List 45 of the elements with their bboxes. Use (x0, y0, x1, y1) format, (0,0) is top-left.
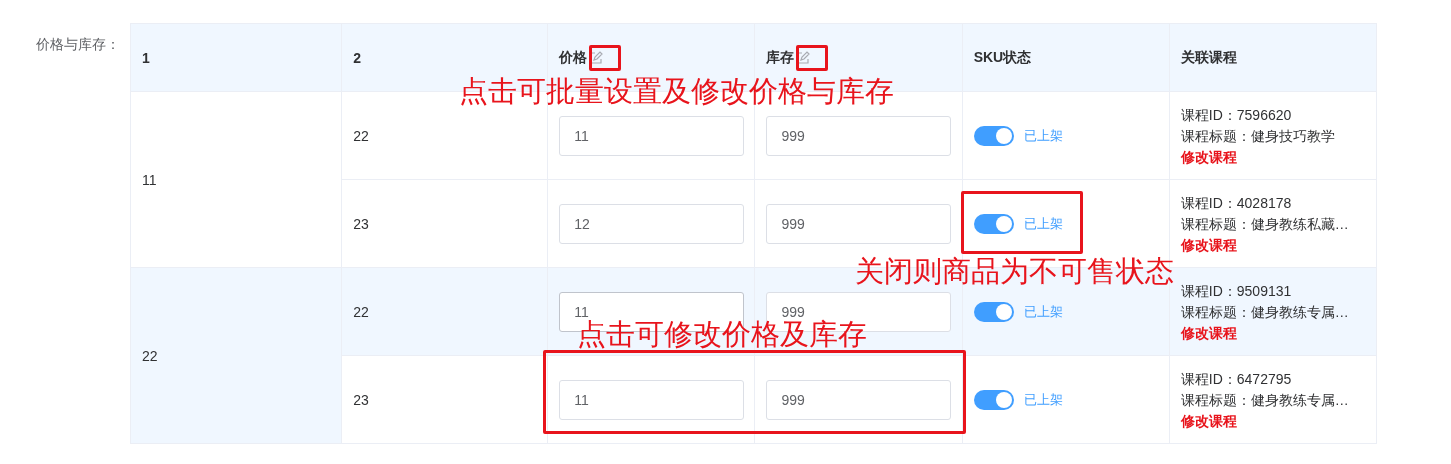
status-label: 已上架 (1023, 126, 1063, 145)
status-label: 已上架 (1023, 390, 1063, 409)
table-cell: 11 (142, 171, 157, 188)
field-label: 价格与库存： (36, 36, 120, 54)
edit-icon[interactable] (589, 50, 604, 65)
price-input[interactable]: 11 (559, 379, 745, 420)
highlight-box (796, 45, 828, 71)
column-header: 关联课程 (1180, 48, 1237, 67)
price-input[interactable]: 12 (559, 203, 745, 244)
toggle-switch[interactable] (973, 389, 1014, 410)
stock-input[interactable]: 999 (766, 203, 952, 244)
course-title: 课程标题：健身教练私藏… (1180, 214, 1350, 234)
course-title: 课程标题：健身教练专属… (1180, 390, 1350, 410)
column-header: SKU状态 (973, 48, 1032, 67)
table-cell: 23 (353, 215, 369, 232)
highlight-box (589, 45, 621, 71)
price-input[interactable]: 11 (559, 115, 745, 156)
course-id: 课程ID：9509131 (1180, 281, 1293, 301)
status-label: 已上架 (1023, 214, 1063, 233)
edit-course-link[interactable]: 修改课程 (1180, 146, 1237, 167)
table-cell: 22 (142, 347, 158, 364)
stock-input[interactable]: 999 (766, 379, 952, 420)
annotation-text: 点击可批量设置及修改价格与库存 (459, 74, 894, 108)
column-header: 2 (353, 49, 361, 66)
toggle-switch[interactable] (973, 301, 1014, 322)
table-cell: 23 (353, 391, 369, 408)
edit-course-link[interactable]: 修改课程 (1180, 234, 1237, 255)
toggle-switch[interactable] (973, 213, 1014, 234)
edit-course-link[interactable]: 修改课程 (1180, 410, 1237, 431)
column-header: 1 (142, 49, 150, 66)
course-title: 课程标题：健身教练专属… (1180, 302, 1350, 322)
edit-icon[interactable] (796, 50, 811, 65)
column-header: 价格 (559, 48, 588, 67)
stock-input[interactable]: 999 (766, 115, 952, 156)
course-id: 课程ID：7596620 (1180, 105, 1293, 125)
course-title: 课程标题：健身技巧教学 (1180, 126, 1336, 146)
annotation-text: 关闭则商品为不可售状态 (855, 254, 1174, 288)
course-id: 课程ID：4028178 (1180, 193, 1293, 213)
toggle-switch[interactable] (973, 125, 1014, 146)
column-header: 库存 (766, 48, 795, 67)
course-id: 课程ID：6472795 (1180, 369, 1293, 389)
table-cell: 22 (353, 127, 369, 144)
table-cell: 22 (353, 303, 369, 320)
edit-course-link[interactable]: 修改课程 (1180, 322, 1237, 343)
status-label: 已上架 (1023, 302, 1063, 321)
